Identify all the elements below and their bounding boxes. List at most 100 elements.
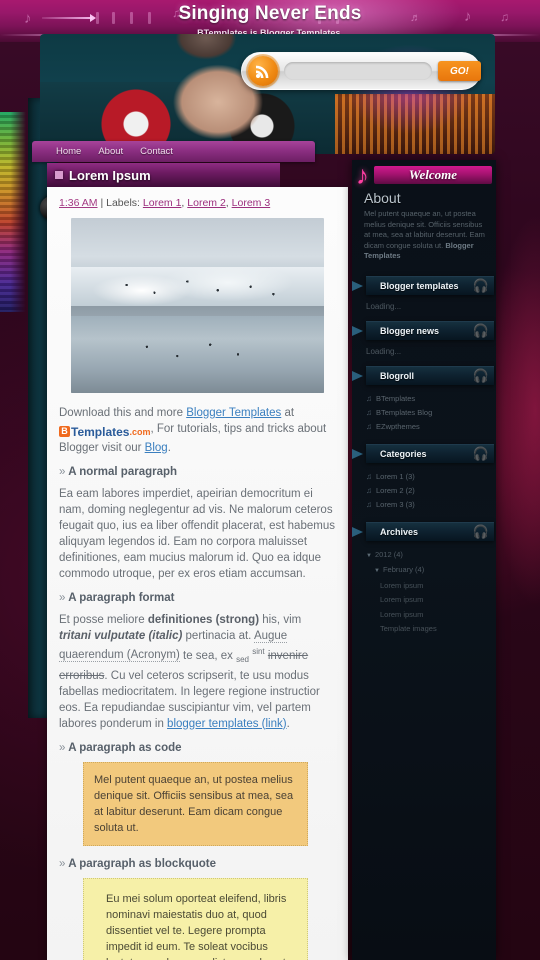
normal-paragraph: Ea eam labores imperdiet, apeirian democ…	[59, 487, 335, 580]
chevron-double-icon: »	[59, 591, 66, 604]
triangle-down-icon: ▼	[366, 552, 372, 559]
list-item[interactable]: ♫ Lorem 2 (2)	[366, 484, 488, 498]
archive-post-label: Template images	[380, 624, 437, 633]
archive-post[interactable]: Lorem ipsum	[366, 579, 488, 594]
widget-header-archives: Archives 🎧	[352, 521, 494, 541]
section-heading-blockquote: » A paragraph as blockquote	[59, 858, 336, 870]
blockquote-block: Eu mei solum oporteat eleifend, libris n…	[83, 877, 308, 960]
category-item-label: Lorem 3 (3)	[376, 499, 415, 509]
nav-item-contact[interactable]: Contact	[140, 146, 173, 157]
btemplates-logo-mark: B	[59, 426, 70, 437]
code-block: Mel putent quaeque an, ut postea melius …	[83, 761, 308, 846]
list-item[interactable]: ♫ BTemplates	[366, 392, 488, 406]
post-time-link[interactable]: 1:36 AM	[59, 197, 98, 209]
headphones-icon: 🎧	[472, 322, 489, 338]
blog-link[interactable]: Blog	[145, 442, 168, 454]
category-item-label: Lorem 1 (3)	[376, 471, 415, 481]
blogger-templates-inline-link[interactable]: blogger templates (link)	[167, 718, 287, 730]
search-box[interactable]: GO!	[241, 52, 481, 90]
blogroll-item-label: BTemplates	[376, 393, 416, 403]
rss-icon[interactable]	[248, 56, 278, 86]
archive-post[interactable]: Lorem ipsum	[366, 593, 488, 608]
archive-post[interactable]: Template images	[366, 622, 488, 637]
intro-text-d: .	[167, 441, 171, 454]
intro-text-b: at	[281, 407, 295, 419]
list-item[interactable]: ♫ Lorem 3 (3)	[366, 498, 488, 512]
list-item[interactable]: ♫ EZwpthemes	[366, 420, 488, 434]
section-heading-blockquote-label: A paragraph as blockquote	[68, 857, 217, 870]
sidebar: ♪ Welcome About Mel putent quaeque an, u…	[352, 160, 496, 960]
post-image	[71, 218, 324, 393]
post-label-1[interactable]: Lorem 1	[143, 197, 182, 209]
archive-month-label: February (4)	[382, 565, 425, 574]
widget-body-categories: ♫ Lorem 1 (3) ♫ Lorem 2 (2) ♫ Lorem 3 (3)	[352, 463, 496, 522]
widget-status: Loading...	[366, 301, 402, 311]
music-note-icon: ♫	[366, 421, 372, 431]
post-label-2[interactable]: Lorem 2	[187, 197, 226, 209]
archive-post[interactable]: Lorem ipsum	[366, 608, 488, 623]
widget-header-categories: Categories 🎧	[352, 443, 494, 463]
post-meta: 1:36 AM | Labels: Lorem 1, Lorem 2, Lore…	[59, 197, 271, 209]
btemplates-logo-tld: .com	[129, 426, 151, 437]
about-text-wrapper: Mel putent quaeque an, ut postea melius …	[364, 209, 488, 262]
triangle-down-icon: ▼	[374, 568, 380, 574]
widget-body-blogroll: ♫ BTemplates ♫ BTemplates Blog ♫ EZwpthemes	[352, 385, 496, 444]
widget-header-blogger-templates: Blogger templates 🎧	[352, 275, 494, 295]
music-note-icon: ♫	[366, 499, 372, 509]
main-navigation[interactable]: Home About Contact	[32, 141, 315, 162]
fmt-italic: tritani vulputate (italic)	[59, 629, 183, 642]
search-input[interactable]	[284, 62, 432, 80]
widget-body-blogger-news: Loading...	[352, 340, 496, 366]
post-title: Lorem Ipsum	[69, 167, 151, 183]
header-banner: GO!	[40, 34, 495, 154]
btemplates-logo-name: Templates	[71, 424, 130, 439]
widget-header-blogger-news: Blogger news 🎧	[352, 320, 494, 340]
format-paragraph: Et posse meliore definitiones (strong) h…	[59, 612, 336, 732]
archive-year[interactable]: ▼ 2012 (4)	[366, 548, 488, 564]
list-item[interactable]: ♫ BTemplates Blog	[366, 406, 488, 420]
rock-specks	[71, 270, 324, 306]
music-note-icon: ♫	[366, 393, 372, 403]
widget-title: Blogger news	[380, 325, 440, 336]
about-title: About	[364, 190, 401, 206]
fmt-sub: sed	[236, 654, 249, 664]
nav-item-about[interactable]: About	[98, 146, 123, 157]
blogger-templates-link[interactable]: Blogger Templates	[186, 407, 281, 419]
right-glow-decoration	[492, 150, 540, 670]
nav-item-home[interactable]: Home	[56, 146, 81, 157]
section-heading-format: » A paragraph format	[59, 592, 336, 604]
fmt-t4: te sea, ex	[179, 649, 237, 662]
search-go-button[interactable]: GO!	[438, 61, 481, 81]
post-title-bar: Lorem Ipsum	[47, 163, 280, 187]
widget-title: Categories	[380, 448, 427, 459]
widget-body-archives: ▼ 2012 (4) ▼ February (4) Lorem ipsum Lore…	[352, 541, 496, 647]
labels-prefix: Labels:	[106, 197, 140, 209]
chevron-double-icon: »	[59, 741, 66, 754]
widget-title: Blogger templates	[380, 280, 459, 291]
blogroll-item-label: BTemplates Blog	[376, 407, 433, 417]
archive-month[interactable]: ▼ February (4)	[366, 563, 488, 579]
water-area	[71, 316, 324, 393]
fmt-strong: definitiones (strong)	[147, 613, 260, 626]
fmt-sup: sint	[252, 646, 265, 656]
main-content-column: Lorem Ipsum 1:36 AM | Labels: Lorem 1, L…	[47, 163, 348, 960]
section-heading-format-label: A paragraph format	[68, 591, 175, 604]
widget-status: Loading...	[366, 346, 402, 356]
archive-post-label: Lorem ipsum	[380, 609, 424, 619]
equalizer-decoration	[0, 112, 26, 312]
arrow-right-icon	[352, 325, 363, 336]
categories-list: ♫ Lorem 1 (3) ♫ Lorem 2 (2) ♫ Lorem 3 (3)	[366, 470, 488, 512]
music-note-icon: ♫	[366, 485, 372, 495]
about-widget: About Mel putent quaeque an, ut postea m…	[352, 184, 496, 276]
post-bullet-icon	[55, 171, 63, 179]
headphones-icon: 🎧	[472, 367, 489, 383]
archive-post-label: Lorem ipsum	[380, 580, 424, 590]
fmt-t2: his, vim	[259, 613, 302, 626]
section-heading-normal: » A normal paragraph	[59, 466, 336, 478]
arrow-right-icon	[352, 526, 363, 537]
list-item[interactable]: ♫ Lorem 1 (3)	[366, 470, 488, 484]
music-note-icon: ♫	[366, 471, 372, 481]
intro-text-a: Download this and more	[59, 407, 187, 419]
post-body: 1:36 AM | Labels: Lorem 1, Lorem 2, Lore…	[47, 187, 348, 960]
post-label-3[interactable]: Lorem 3	[232, 197, 271, 209]
